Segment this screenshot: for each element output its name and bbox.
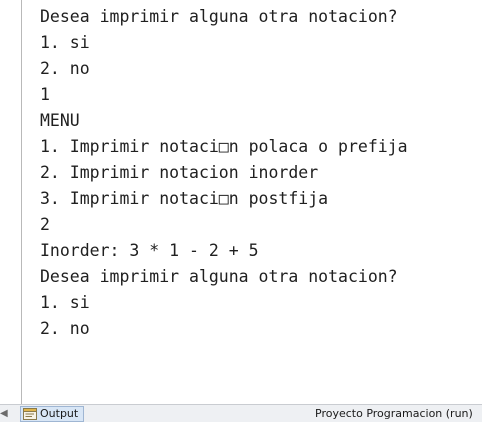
status-bar: ◀ Output Proyecto Programacion (run)	[0, 404, 482, 422]
console-line: 2. no	[40, 59, 90, 78]
console-line: MENU	[40, 111, 80, 130]
console-line: 1. si	[40, 33, 90, 52]
console-line: Inorder: 3 * 1 - 2 + 5	[40, 241, 259, 260]
console-line: 2	[40, 215, 50, 234]
panel-edge-icon: ◀	[0, 408, 8, 419]
ide-window: Desea imprimir alguna otra notacion? 1. …	[0, 0, 482, 422]
console-gutter	[0, 0, 22, 404]
project-run-status[interactable]: Proyecto Programacion (run)	[315, 407, 473, 421]
console-line: Desea imprimir alguna otra notacion?	[40, 7, 398, 26]
console-line: 1. si	[40, 293, 90, 312]
console-line: 1	[40, 85, 50, 104]
console-line: Desea imprimir alguna otra notacion?	[40, 267, 398, 286]
console-line: 2. Imprimir notacion inorder	[40, 163, 319, 182]
console-line: 3. Imprimir notaci□n postfija	[40, 189, 329, 208]
output-tab[interactable]: Output	[20, 406, 84, 422]
output-tab-label: Output	[40, 407, 79, 420]
output-window-icon	[23, 408, 37, 420]
console-line: 2. no	[40, 319, 90, 338]
console-output-pane[interactable]: Desea imprimir alguna otra notacion? 1. …	[22, 0, 482, 404]
console-line: 1. Imprimir notaci□n polaca o prefija	[40, 137, 408, 156]
